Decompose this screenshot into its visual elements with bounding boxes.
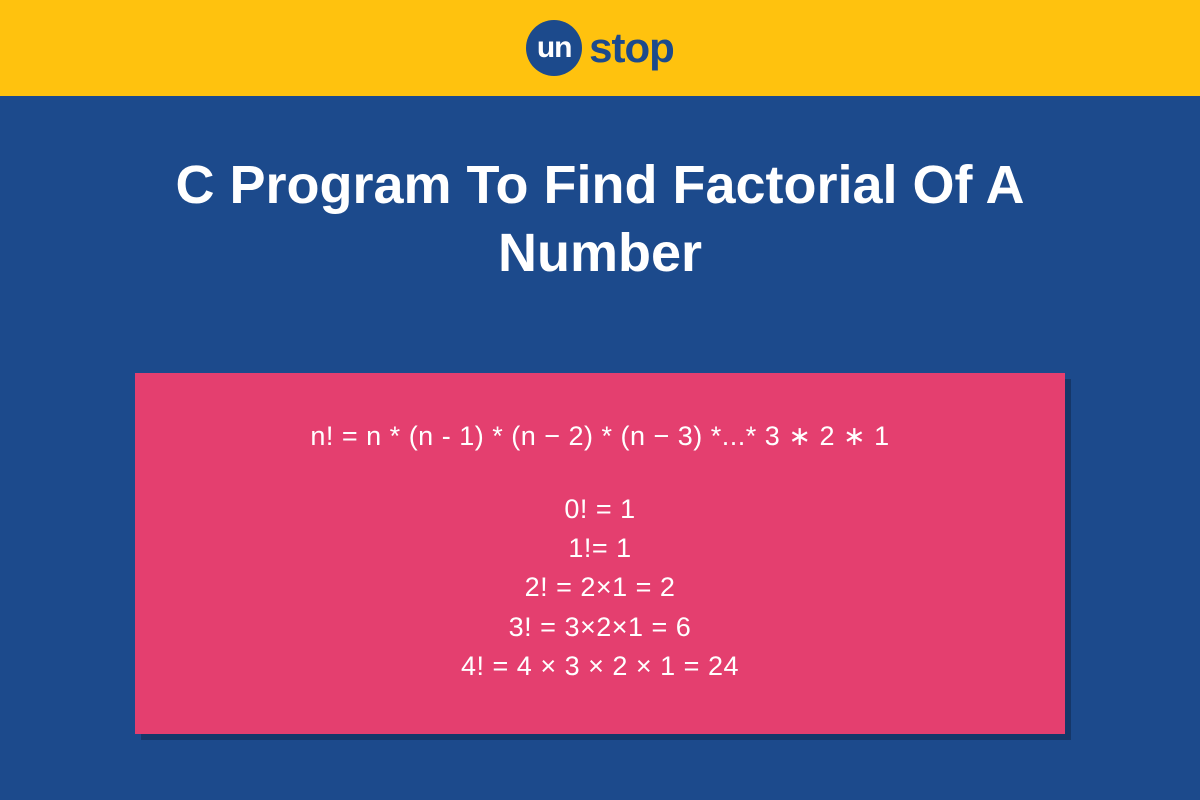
formula-box: n! = n * (n - 1) * (n − 2) * (n − 3) *..… xyxy=(135,373,1065,734)
logo-suffix-text: stop xyxy=(589,24,674,72)
main-content: C Program To Find Factorial Of A Number … xyxy=(0,96,1200,800)
logo-circle-text: un xyxy=(537,31,572,65)
formula-example: 0! = 1 xyxy=(185,490,1015,529)
header-bar: un stop xyxy=(0,0,1200,96)
formula-example: 1!= 1 xyxy=(185,529,1015,568)
logo: un stop xyxy=(526,20,674,76)
formula-main: n! = n * (n - 1) * (n − 2) * (n − 3) *..… xyxy=(185,417,1015,456)
page-title: C Program To Find Factorial Of A Number xyxy=(100,152,1100,287)
logo-circle-icon: un xyxy=(526,20,582,76)
formula-example: 3! = 3×2×1 = 6 xyxy=(185,608,1015,647)
formula-example: 2! = 2×1 = 2 xyxy=(185,568,1015,607)
formula-example: 4! = 4 × 3 × 2 × 1 = 24 xyxy=(185,647,1015,686)
